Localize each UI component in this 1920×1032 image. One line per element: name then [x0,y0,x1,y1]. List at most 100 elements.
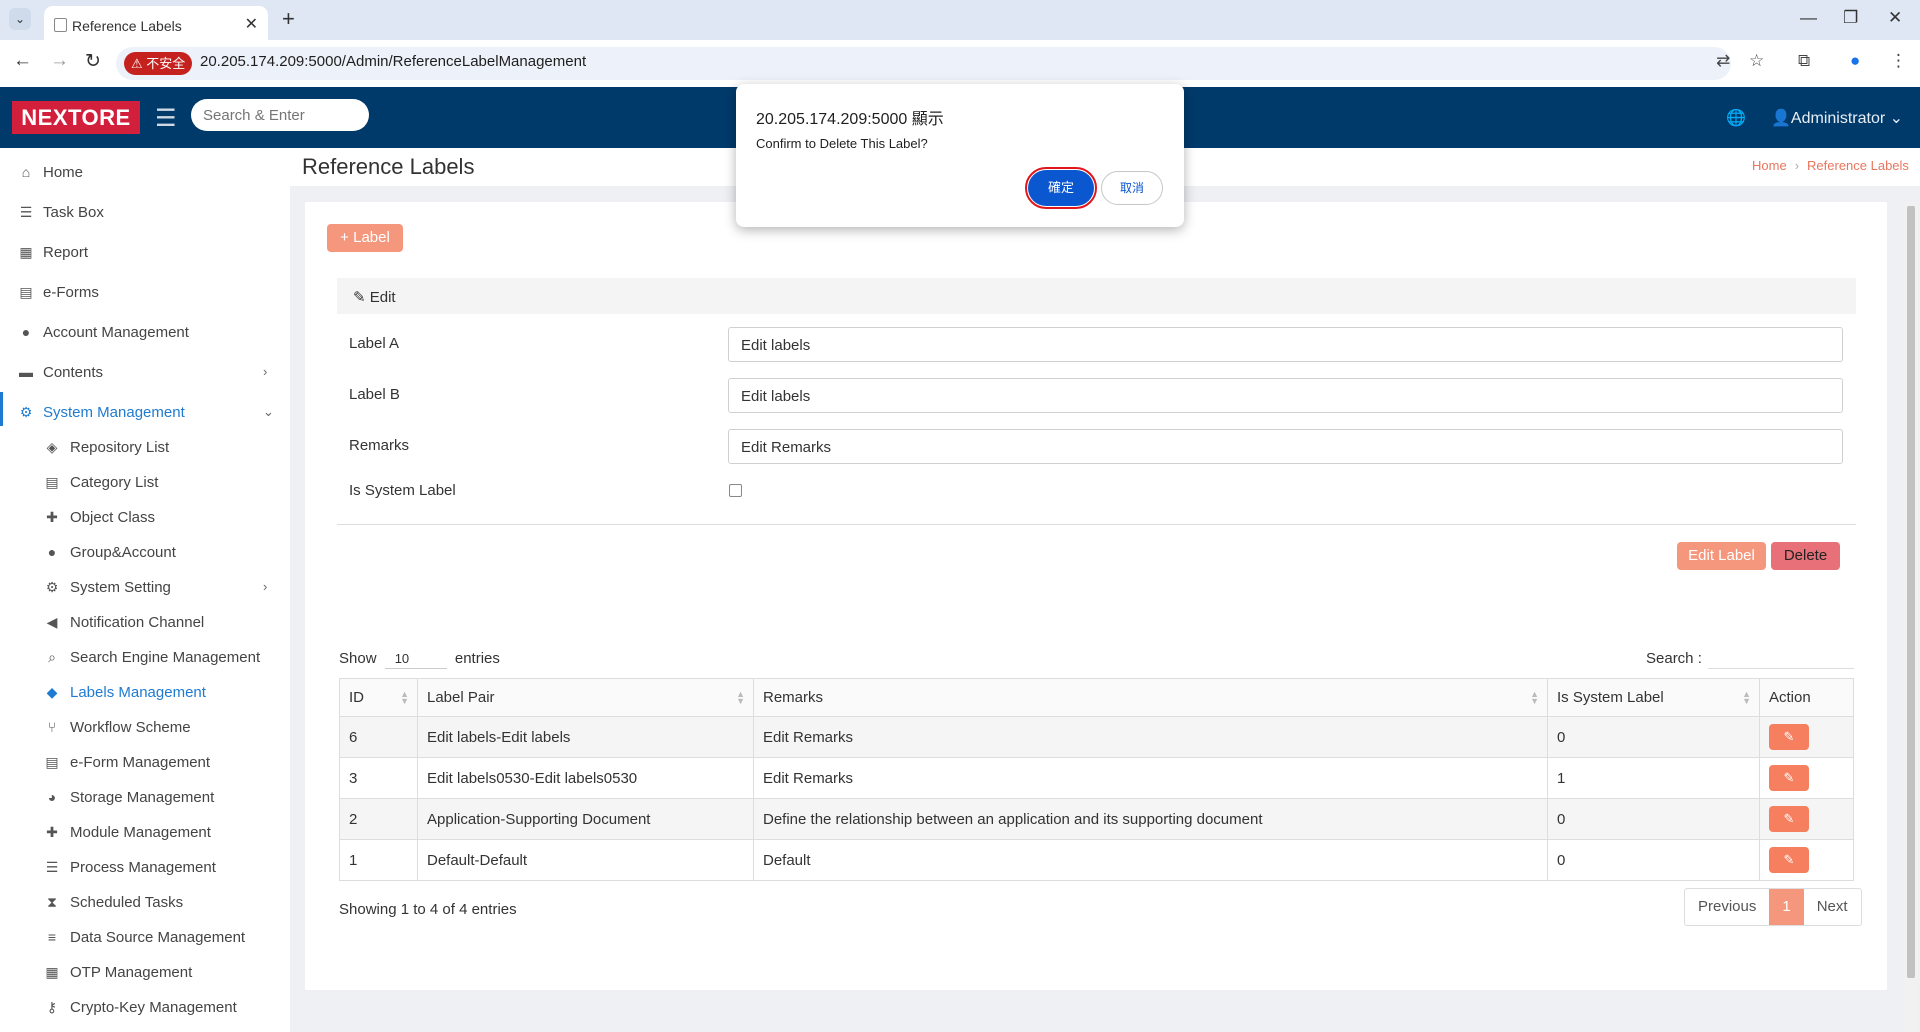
tags-icon: ◆ [46,684,58,700]
sidebar-subitem-otp-management[interactable]: ▦ OTP Management [0,957,290,987]
sidebar-item-report[interactable]: ▦ Report [0,237,290,267]
previous-page-button[interactable]: Previous [1685,889,1769,925]
pie-chart-icon: ◕ [47,789,57,805]
breadcrumb-home[interactable]: Home [1752,158,1787,173]
row-edit-button[interactable]: ✎ [1769,847,1809,873]
sidebar-subitem-e-form-management[interactable]: ▤ e-Form Management [0,747,290,777]
sidebar-subitem-category-list[interactable]: ▤ Category List [0,467,290,497]
is-system-label-checkbox[interactable] [729,484,742,497]
sidebar-item-account-management[interactable]: ● Account Management [0,317,290,347]
bookmark-star-icon[interactable]: ☆ [1749,51,1764,71]
extensions-icon[interactable]: ⧉ [1798,51,1810,71]
label-a-label: Label A [349,335,400,352]
cell-label-pair: Default-Default [417,839,754,881]
entries-select[interactable]: 10 [384,651,447,669]
cell-id: 2 [339,798,418,840]
labels-table: ID ▲ ▼ Label Pair ▲ ▼ Remarks ▲ ▼ Is System La… [339,678,1854,881]
table-icon: ▦ [19,244,33,260]
tab-search-icon[interactable]: ⌄ [9,8,31,30]
reload-icon[interactable]: ↻ [85,50,101,73]
sidebar-subitem-notification-channel[interactable]: ◀ Notification Channel [0,607,290,637]
sidebar-subitem-search-engine-management[interactable]: ⌕ Search Engine Management [0,642,290,672]
sidebar-item-contents[interactable]: ▬ Contents › [0,357,290,387]
row-edit-button[interactable]: ✎ [1769,765,1809,791]
cell-action: ✎ [1759,757,1854,799]
breadcrumb-current: Reference Labels [1807,158,1909,173]
global-search-input[interactable] [191,99,369,131]
table-row: 1 Default-Default Default 0 ✎ [339,839,1854,881]
page-title: Reference Labels [302,154,475,179]
sidebar-subitem-object-class[interactable]: ✚ Object Class [0,502,290,532]
user-menu[interactable]: 👤Administrator ⌄ [1771,108,1903,128]
sidebar-subitem-workflow-scheme[interactable]: ⑂ Workflow Scheme [0,712,290,742]
sidebar-subitem-labels-management[interactable]: ◆ Labels Management [0,677,290,707]
table-search-input[interactable] [1708,645,1854,669]
browser-tab[interactable]: Reference Labels ✕ [44,6,268,40]
sidebar-subitem-system-setting[interactable]: ⚙ System Setting › [0,572,290,602]
profile-icon[interactable]: ● [1850,51,1860,71]
dialog-title: 20.205.174.209:5000 顯示 [756,111,944,128]
cube-icon: ◈ [46,439,58,455]
sidebar-subitem-repository-list[interactable]: ◈ Repository List [0,432,290,462]
translate-icon[interactable]: ⇄ [1716,51,1730,71]
browser-menu-icon[interactable]: ⋮ [1890,51,1907,71]
sidebar-subitem-group-account[interactable]: ● Group&Account [0,537,290,567]
new-tab-icon[interactable]: + [282,6,295,32]
sidebar-item-system-management[interactable]: ⚙ System Management ⌄ [0,397,290,427]
gears-icon: ⚙ [19,404,33,420]
sidebar-subitem-process-management[interactable]: ☰ Process Management [0,852,290,882]
back-icon[interactable]: ← [13,50,32,72]
search-icon: ⌕ [48,649,56,665]
page-1-button[interactable]: 1 [1769,889,1804,925]
close-window-icon[interactable]: ✕ [1888,8,1902,28]
breadcrumb-separator-icon: › [1794,158,1800,173]
add-label-button[interactable]: + Label [327,224,403,252]
calculator-icon: ▦ [45,964,59,980]
cell-id: 1 [339,839,418,881]
puzzle-icon: ✚ [46,509,58,525]
hourglass-icon: ⧗ [47,894,57,910]
label-b-input[interactable]: Edit labels [728,378,1843,413]
menu-toggle-icon[interactable]: ☰ [155,104,177,133]
dialog-cancel-button[interactable]: 取消 [1101,171,1163,205]
language-globe-icon[interactable]: 🌐 [1726,108,1746,128]
sort-icon: ▲ ▼ [1742,689,1751,706]
sidebar-item-e-forms[interactable]: ▤ e-Forms [0,277,290,307]
security-label: 不安全 [146,56,186,71]
cell-id: 3 [339,757,418,799]
column-header-action: Action [1759,678,1854,717]
edit-label-button[interactable]: Edit Label [1677,542,1766,570]
logo[interactable]: NEXTORE [12,101,140,134]
forward-icon[interactable]: → [50,50,69,72]
security-badge[interactable]: ⚠ 不安全 [124,52,193,75]
remarks-input[interactable]: Edit Remarks [728,429,1843,464]
sidebar-subitem-module-management[interactable]: ✚ Module Management [0,817,290,847]
label-a-input[interactable]: Edit labels [728,327,1843,362]
next-page-button[interactable]: Next [1804,889,1861,925]
delete-button[interactable]: Delete [1771,542,1840,570]
close-tab-icon[interactable]: ✕ [245,14,258,34]
restore-icon[interactable]: ❐ [1843,8,1858,28]
column-header-remarks[interactable]: Remarks ▲ ▼ [753,678,1548,717]
sidebar-subitem-data-source-management[interactable]: ≡ Data Source Management [0,922,290,952]
database-icon: ≡ [47,929,57,945]
row-edit-button[interactable]: ✎ [1769,724,1809,750]
is-system-label-label: Is System Label [349,482,456,499]
sidebar-subitem-scheduled-tasks[interactable]: ⧗ Scheduled Tasks [0,887,290,917]
minimize-icon[interactable]: — [1800,8,1817,28]
sidebar: ⌂ Home ☰ Task Box ▦ Report ▤ e-Forms ● Accoun… [0,148,290,1032]
dialog-ok-button[interactable]: 確定 [1025,167,1097,209]
scrollbar-thumb[interactable] [1907,206,1915,978]
column-header-id[interactable]: ID ▲ ▼ [339,678,418,717]
cell-label-pair: Edit labels-Edit labels [417,716,754,758]
column-header-is-system-label[interactable]: Is System Label ▲ ▼ [1547,678,1760,717]
sidebar-item-task-box[interactable]: ☰ Task Box [0,197,290,227]
url-text[interactable]: 20.205.174.209:5000/Admin/ReferenceLabel… [200,53,586,70]
tab-title: Reference Labels [72,18,182,34]
sidebar-item-home[interactable]: ⌂ Home [0,157,290,187]
entries-length: Show 10 entries [339,650,500,669]
column-header-label-pair[interactable]: Label Pair ▲ ▼ [417,678,754,717]
sidebar-subitem-storage-management[interactable]: ◕ Storage Management [0,782,290,812]
sidebar-subitem-crypto-key-management[interactable]: ⚷ Crypto-Key Management [0,992,290,1022]
row-edit-button[interactable]: ✎ [1769,806,1809,832]
